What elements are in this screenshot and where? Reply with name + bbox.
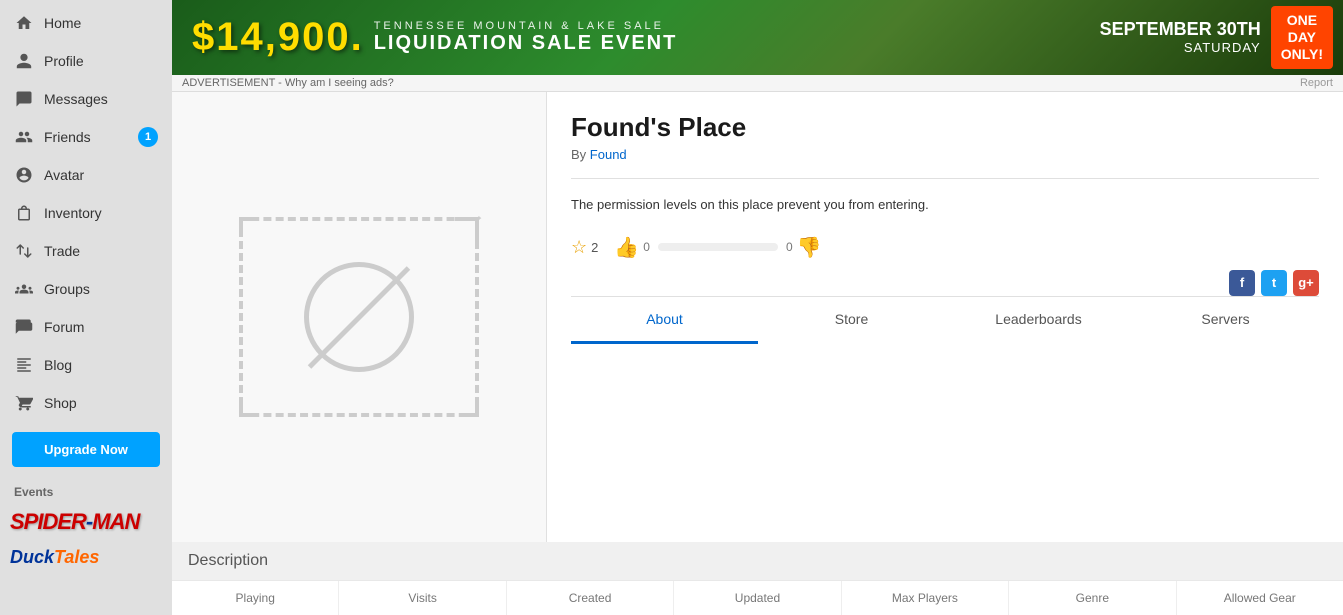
one-day-badge: ONE DAY ONLY! bbox=[1271, 6, 1333, 68]
info-panel: Found's Place By Found The permission le… bbox=[547, 92, 1343, 542]
corner-br bbox=[461, 399, 479, 417]
ad-banner: $14,900. TENNESSEE MOUNTAIN & LAKE SALE … bbox=[172, 0, 1343, 75]
sidebar-item-trade[interactable]: Trade bbox=[0, 232, 172, 270]
content-area: Found's Place By Found The permission le… bbox=[172, 92, 1343, 542]
sidebar-item-label: Avatar bbox=[44, 167, 158, 183]
corner-bl bbox=[239, 399, 257, 417]
tab-servers[interactable]: Servers bbox=[1132, 297, 1319, 344]
shop-icon bbox=[14, 393, 34, 413]
sidebar-item-blog[interactable]: Blog bbox=[0, 346, 172, 384]
thumbs-row: 👍 0 0 👎 bbox=[614, 235, 821, 260]
bag-icon bbox=[14, 203, 34, 223]
sidebar-item-label: Groups bbox=[44, 281, 158, 297]
stat-max-players: Max Players bbox=[842, 581, 1009, 615]
author-link[interactable]: Found bbox=[590, 147, 627, 162]
star-count: 2 bbox=[591, 240, 598, 255]
sidebar-item-label: Blog bbox=[44, 357, 158, 373]
thumbs-down-count: 0 bbox=[786, 240, 793, 254]
friends-icon bbox=[14, 127, 34, 147]
sidebar-item-friends[interactable]: Friends 1 bbox=[0, 118, 172, 156]
sidebar-item-home[interactable]: Home bbox=[0, 4, 172, 42]
tab-store[interactable]: Store bbox=[758, 297, 945, 344]
trade-icon bbox=[14, 241, 34, 261]
ducktales-event[interactable]: DuckTales bbox=[0, 541, 172, 574]
groups-icon bbox=[14, 279, 34, 299]
friends-badge: 1 bbox=[138, 127, 158, 147]
message-icon bbox=[14, 89, 34, 109]
events-label: Events bbox=[0, 477, 172, 503]
description-label: Description bbox=[188, 552, 268, 569]
sidebar-item-groups[interactable]: Groups bbox=[0, 270, 172, 308]
ad-text-block: TENNESSEE MOUNTAIN & LAKE SALE LIQUIDATI… bbox=[374, 20, 678, 55]
sidebar-item-shop[interactable]: Shop bbox=[0, 384, 172, 422]
place-title: Found's Place bbox=[571, 112, 1319, 143]
ad-date: SEPTEMBER 30TH bbox=[1100, 19, 1261, 40]
forum-icon bbox=[14, 317, 34, 337]
sidebar-item-label: Home bbox=[44, 15, 158, 31]
ad-report-link[interactable]: Report bbox=[1300, 77, 1333, 89]
thumbs-down-button[interactable]: 👎 bbox=[797, 235, 822, 260]
description-section: Description bbox=[172, 542, 1343, 580]
blog-icon bbox=[14, 355, 34, 375]
ad-line1: TENNESSEE MOUNTAIN & LAKE SALE bbox=[374, 20, 678, 32]
no-image-placeholder bbox=[239, 217, 479, 417]
thumbs-up-count: 0 bbox=[643, 240, 650, 254]
stat-genre: Genre bbox=[1009, 581, 1176, 615]
spiderman-event[interactable]: SPIDER-MAN bbox=[0, 503, 172, 541]
stat-allowed-gear: Allowed Gear bbox=[1177, 581, 1343, 615]
corner-tl bbox=[239, 217, 257, 235]
stat-playing: Playing bbox=[172, 581, 339, 615]
place-author: By Found bbox=[571, 147, 1319, 162]
sidebar-item-profile[interactable]: Profile bbox=[0, 42, 172, 80]
upgrade-now-button[interactable]: Upgrade Now bbox=[12, 432, 160, 467]
ad-date-block: SEPTEMBER 30TH SATURDAY bbox=[1100, 19, 1261, 55]
thumb-bar bbox=[658, 243, 778, 251]
sidebar-item-label: Inventory bbox=[44, 205, 158, 221]
rating-row: ☆ 2 👍 0 0 👎 bbox=[571, 235, 1319, 260]
ad-line2: LIQUIDATION SALE EVENT bbox=[374, 32, 678, 55]
stat-visits: Visits bbox=[339, 581, 506, 615]
sidebar-item-label: Messages bbox=[44, 91, 158, 107]
sidebar: Home Profile Messages Friends 1 Avatar I… bbox=[0, 0, 172, 615]
sidebar-item-avatar[interactable]: Avatar bbox=[0, 156, 172, 194]
star-rating[interactable]: ☆ 2 bbox=[571, 237, 598, 258]
twitter-share-button[interactable]: t bbox=[1261, 270, 1287, 296]
no-image-line bbox=[308, 266, 411, 369]
ad-price: $14,900. bbox=[172, 15, 364, 60]
star-icon: ☆ bbox=[571, 237, 587, 258]
home-icon bbox=[14, 13, 34, 33]
ad-right: SEPTEMBER 30TH SATURDAY ONE DAY ONLY! bbox=[1100, 6, 1343, 68]
sidebar-item-label: Profile bbox=[44, 53, 158, 69]
sidebar-item-inventory[interactable]: Inventory bbox=[0, 194, 172, 232]
stats-row: Playing Visits Created Updated Max Playe… bbox=[172, 580, 1343, 615]
thumbs-up-button[interactable]: 👍 bbox=[614, 235, 639, 260]
tabs-bar: About Store Leaderboards Servers bbox=[571, 296, 1319, 344]
corner-tr bbox=[455, 217, 479, 241]
ad-footer: ADVERTISEMENT - Why am I seeing ads? Rep… bbox=[172, 75, 1343, 92]
ad-day: SATURDAY bbox=[1100, 40, 1261, 55]
sidebar-item-messages[interactable]: Messages bbox=[0, 80, 172, 118]
sidebar-item-label: Friends bbox=[44, 129, 128, 145]
tab-about[interactable]: About bbox=[571, 297, 758, 344]
ad-footer-text: ADVERTISEMENT - Why am I seeing ads? bbox=[182, 77, 394, 89]
sidebar-item-label: Trade bbox=[44, 243, 158, 259]
tab-leaderboards[interactable]: Leaderboards bbox=[945, 297, 1132, 344]
stat-created: Created bbox=[507, 581, 674, 615]
place-image-area bbox=[172, 92, 547, 542]
sidebar-item-label: Forum bbox=[44, 319, 158, 335]
sidebar-item-forum[interactable]: Forum bbox=[0, 308, 172, 346]
no-image-circle bbox=[304, 262, 414, 372]
facebook-share-button[interactable]: f bbox=[1229, 270, 1255, 296]
person-icon bbox=[14, 51, 34, 71]
stat-updated: Updated bbox=[674, 581, 841, 615]
social-row: f t g+ bbox=[571, 270, 1319, 296]
permission-notice: The permission levels on this place prev… bbox=[571, 178, 1319, 215]
avatar-icon bbox=[14, 165, 34, 185]
main-content: $14,900. TENNESSEE MOUNTAIN & LAKE SALE … bbox=[172, 0, 1343, 615]
sidebar-item-label: Shop bbox=[44, 395, 158, 411]
googleplus-share-button[interactable]: g+ bbox=[1293, 270, 1319, 296]
